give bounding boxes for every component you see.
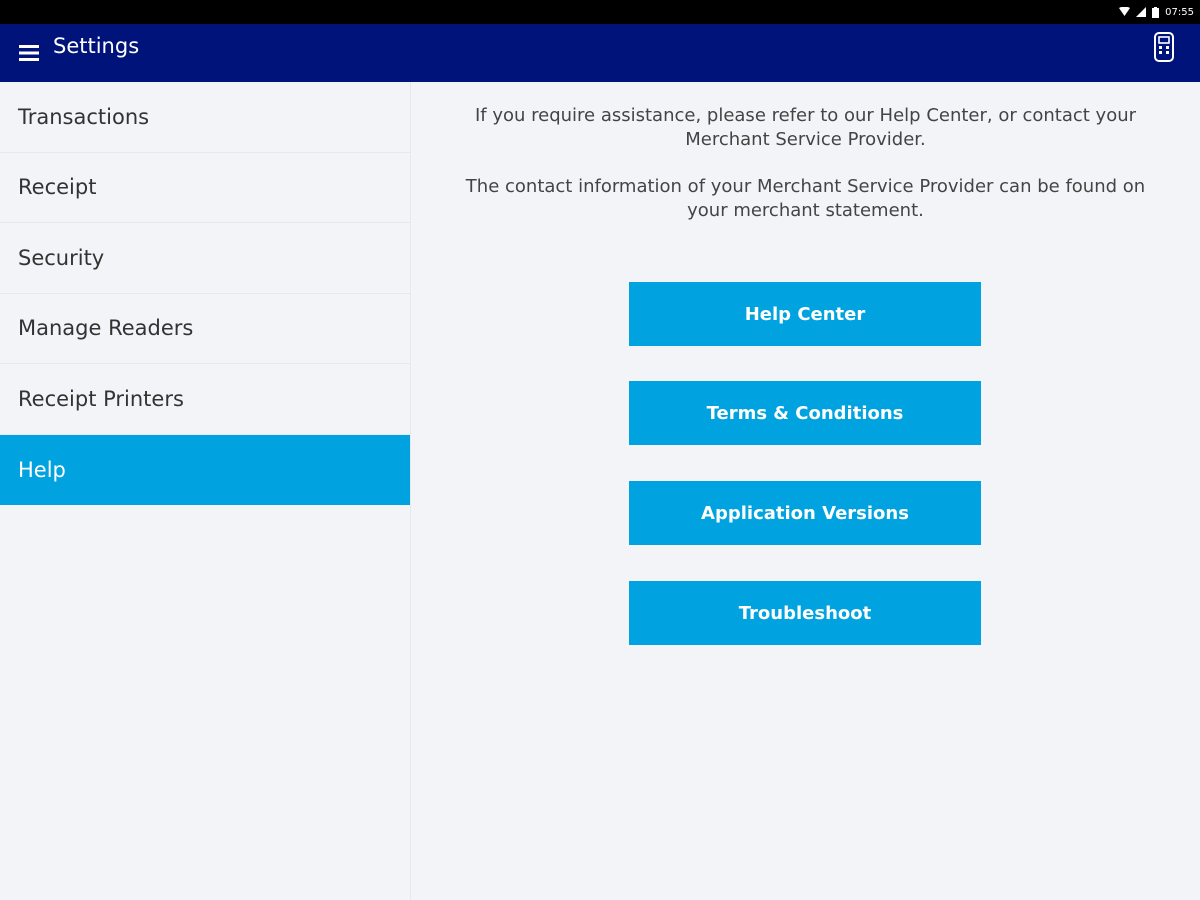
sidebar-item-label: Receipt (18, 175, 97, 200)
help-center-button[interactable]: Help Center (629, 282, 981, 346)
sidebar-item-label: Security (18, 245, 105, 270)
contact-info-paragraph: The contact information of your Merchant… (465, 176, 1146, 221)
button-label: Application Versions (701, 502, 909, 524)
sidebar-item-manage-readers[interactable]: Manage Readers (0, 294, 410, 364)
sidebar-item-transactions[interactable]: Transactions (0, 82, 410, 153)
button-label: Help Center (744, 303, 866, 325)
sidebar-item-label: Help (18, 457, 66, 482)
sidebar-item-receipt[interactable]: Receipt (0, 153, 410, 223)
settings-sidebar: Transactions Receipt Security Manage Rea… (0, 82, 411, 900)
menu-icon[interactable] (19, 39, 41, 67)
sidebar-item-label: Transactions (18, 104, 150, 129)
sidebar-item-help[interactable]: Help (0, 434, 410, 505)
status-time: 07:55 (1165, 6, 1194, 18)
status-bar: 07:55 (0, 0, 1200, 24)
sidebar-item-label: Receipt Printers (18, 386, 184, 411)
button-label: Terms & Conditions (706, 402, 904, 424)
page-title: Settings (53, 34, 140, 58)
troubleshoot-button[interactable]: Troubleshoot (629, 581, 981, 645)
assistance-text: If you require assistance, please refer … (411, 104, 1200, 152)
help-panel: If you require assistance, please refer … (411, 82, 1200, 900)
terms-conditions-button[interactable]: Terms & Conditions (629, 381, 981, 445)
sidebar-item-receipt-printers[interactable]: Receipt Printers (0, 364, 410, 435)
signal-icon (1136, 7, 1147, 17)
wifi-icon (1119, 7, 1131, 17)
sidebar-item-label: Manage Readers (18, 316, 194, 341)
application-versions-button[interactable]: Application Versions (629, 481, 981, 545)
sidebar-item-security[interactable]: Security (0, 223, 410, 294)
battery-icon (1152, 6, 1160, 18)
button-label: Troubleshoot (738, 602, 872, 624)
assistance-paragraph: If you require assistance, please refer … (474, 105, 1137, 150)
card-reader-icon[interactable] (1152, 30, 1176, 64)
contact-info-text: The contact information of your Merchant… (411, 175, 1200, 223)
app-bar: Settings (0, 24, 1200, 82)
